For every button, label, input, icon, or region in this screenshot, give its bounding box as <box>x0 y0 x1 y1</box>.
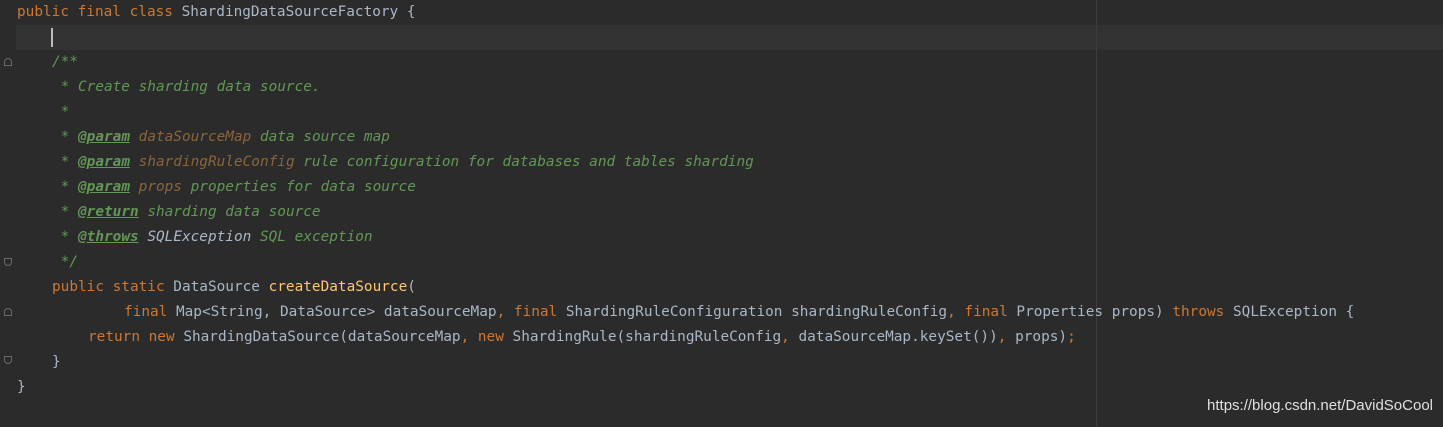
code-token: * <box>52 179 78 195</box>
code-token: return new <box>88 329 184 345</box>
code-token: SQL exception <box>251 229 373 245</box>
code-line-4[interactable]: * Create sharding data source. <box>52 75 321 100</box>
code-token: ShardingRuleConfiguration shardingRuleCo… <box>565 304 948 320</box>
code-token: @throws <box>78 229 139 245</box>
code-line-15[interactable]: } <box>52 350 61 375</box>
code-line-12[interactable]: public static DataSource createDataSourc… <box>52 275 416 300</box>
code-line-3[interactable]: /** <box>52 50 78 75</box>
code-token: ; <box>1067 329 1076 345</box>
text-caret <box>51 28 53 47</box>
code-line-14[interactable]: return new ShardingDataSource(dataSource… <box>88 325 1076 350</box>
code-line-6[interactable]: * @param dataSourceMap data source map <box>52 125 390 150</box>
code-token: Properties props) <box>1016 304 1173 320</box>
code-token: Map<String, DataSource> dataSourceMap <box>175 304 497 320</box>
code-line-5[interactable]: * <box>52 100 70 125</box>
code-token: ShardingDataSource(dataSourceMap <box>183 329 461 345</box>
code-line-7[interactable]: * @param shardingRuleConfig rule configu… <box>52 150 754 175</box>
code-token: /** <box>52 54 78 70</box>
code-token: createDataSource <box>268 279 408 295</box>
code-line-11[interactable]: */ <box>52 250 78 275</box>
code-line-13[interactable]: final Map<String, DataSource> dataSource… <box>124 300 1354 325</box>
code-token: dataSourceMap.keySet()) <box>798 329 998 345</box>
code-token: @param <box>78 179 130 195</box>
code-token: } <box>52 354 61 370</box>
code-token: * <box>52 229 78 245</box>
watermark-url: https://blog.csdn.net/DavidSoCool <box>1207 397 1433 414</box>
code-token: } <box>17 379 26 395</box>
code-line-10[interactable]: * @throws SQLException SQL exception <box>52 225 373 250</box>
fold-collapse-icon[interactable] <box>4 58 12 66</box>
code-line-9[interactable]: * @return sharding data source <box>52 200 321 225</box>
code-token: * <box>52 154 78 170</box>
code-line-8[interactable]: * @param props properties for data sourc… <box>52 175 416 200</box>
code-token: , new <box>460 329 513 345</box>
code-token: SQLException { <box>1233 304 1355 320</box>
code-token: shardingRuleConfig <box>138 154 295 170</box>
code-token: @param <box>78 154 130 170</box>
code-token: props <box>138 179 182 195</box>
fold-expand-icon[interactable] <box>4 356 12 364</box>
code-token: public static <box>52 279 174 295</box>
code-token: @param <box>78 129 130 145</box>
code-token: ShardingRule(shardingRuleConfig <box>512 329 782 345</box>
code-token: @return <box>78 204 139 220</box>
fold-collapse-icon[interactable] <box>4 308 12 316</box>
code-token: * <box>52 104 70 120</box>
code-token: properties for data source <box>181 179 416 195</box>
right-margin-guide <box>1096 0 1097 427</box>
code-token: * <box>52 129 78 145</box>
fold-expand-icon[interactable] <box>4 258 12 266</box>
code-token: rule configuration for databases and tab… <box>294 154 754 170</box>
code-token: * <box>52 204 78 220</box>
code-token: */ <box>52 254 78 270</box>
code-token: dataSourceMap <box>138 129 252 145</box>
code-editor[interactable]: public final class ShardingDataSourceFac… <box>0 0 1443 427</box>
code-token: ( <box>407 279 416 295</box>
code-line-16[interactable]: } <box>17 375 26 400</box>
code-token: final <box>124 304 176 320</box>
code-token: data source map <box>251 129 390 145</box>
code-token: , <box>997 329 1016 345</box>
code-token: sharding data source <box>138 204 321 220</box>
code-token: DataSource <box>173 279 269 295</box>
code-token: public final class <box>17 4 182 20</box>
code-token: , <box>781 329 799 345</box>
editor-gutter <box>0 0 16 427</box>
code-token: SQLException <box>147 229 252 245</box>
code-token: , final <box>947 304 1017 320</box>
code-token: , final <box>496 304 566 320</box>
code-token: props) <box>1015 329 1068 345</box>
current-line-highlight <box>16 25 1443 50</box>
code-token: throws <box>1172 304 1234 320</box>
code-line-1[interactable]: public final class ShardingDataSourceFac… <box>17 0 416 25</box>
code-token: * Create sharding data source. <box>52 79 321 95</box>
code-token: ShardingDataSourceFactory { <box>181 4 416 20</box>
